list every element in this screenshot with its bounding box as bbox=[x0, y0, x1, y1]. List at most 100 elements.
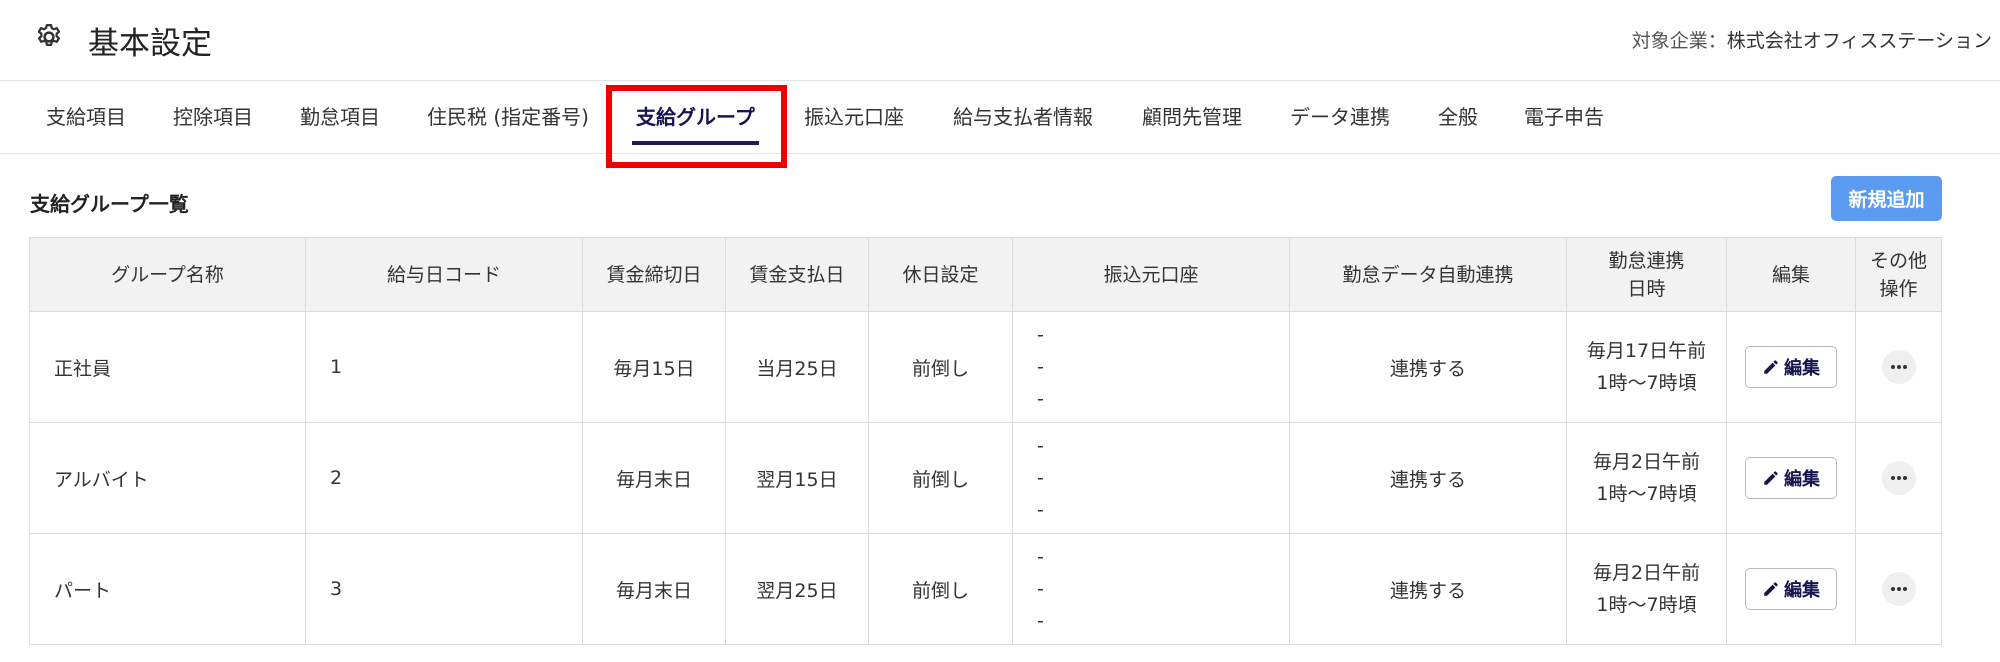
page-header: 基本設定 対象企業：株式会社オフィスステーション bbox=[0, 0, 2000, 80]
cell-pay-code: 1 bbox=[305, 311, 583, 423]
tab-payment-group[interactable]: 支給グループ bbox=[632, 81, 759, 153]
ellipsis-icon bbox=[1890, 476, 1907, 480]
header-group-name: グループ名称 bbox=[29, 237, 306, 312]
cell-holiday: 前倒し bbox=[868, 533, 1013, 645]
tab-client-management[interactable]: 顧問先管理 bbox=[1142, 81, 1242, 153]
tab-label: 全般 bbox=[1438, 105, 1478, 129]
cell-auto-link: 連携する bbox=[1289, 533, 1567, 645]
cell-payday: 当月25日 bbox=[725, 311, 869, 423]
cell-auto-link: 連携する bbox=[1289, 311, 1567, 423]
header-link-time-line2: 日時 bbox=[1627, 277, 1666, 300]
edit-button[interactable]: 編集 bbox=[1745, 346, 1837, 388]
tab-label: 支給項目 bbox=[46, 105, 126, 129]
cell-pay-code: 3 bbox=[305, 533, 583, 645]
edit-button[interactable]: 編集 bbox=[1745, 457, 1837, 499]
tab-label: 電子申告 bbox=[1524, 105, 1604, 129]
settings-tabs: 支給項目 控除項目 勤怠項目 住民税 (指定番号) 支給グループ 振込元口座 給… bbox=[0, 80, 2000, 168]
account-line: - bbox=[1037, 324, 1044, 346]
header-other-ops: その他 操作 bbox=[1855, 237, 1942, 312]
tab-e-filing[interactable]: 電子申告 bbox=[1524, 81, 1604, 153]
account-line: - bbox=[1037, 435, 1044, 457]
tab-label: 住民税 (指定番号) bbox=[427, 105, 589, 129]
cell-link-time: 毎月2日午前 1時〜7時頃 bbox=[1566, 533, 1727, 645]
tab-resident-tax[interactable]: 住民税 (指定番号) bbox=[427, 81, 589, 153]
cell-more bbox=[1855, 311, 1942, 423]
edit-label: 編集 bbox=[1784, 580, 1820, 601]
gear-icon bbox=[37, 24, 60, 46]
link-time-line2: 1時〜7時頃 bbox=[1596, 483, 1697, 505]
header-link-time-line1: 勤怠連携 bbox=[1608, 249, 1685, 272]
tab-label: 控除項目 bbox=[173, 105, 253, 129]
cell-cutoff: 毎月末日 bbox=[582, 533, 726, 645]
more-options-button[interactable] bbox=[1881, 572, 1916, 606]
table-row: 正社員 1 毎月15日 当月25日 前倒し - - - 連携する 毎月17日午前 1時… bbox=[29, 311, 1942, 423]
payment-group-table: グループ名称 給与日コード 賃金締切日 賃金支払日 休日設定 振込元口座 勤怠デ… bbox=[29, 237, 1942, 645]
header-other-line1: その他 bbox=[1869, 249, 1927, 272]
edit-button[interactable]: 編集 bbox=[1745, 568, 1837, 610]
tab-label: データ連携 bbox=[1290, 105, 1390, 129]
pencil-icon bbox=[1764, 360, 1778, 374]
cell-pay-code: 2 bbox=[305, 422, 583, 534]
cell-group-name: 正社員 bbox=[29, 311, 306, 423]
link-time-line1: 毎月2日午前 bbox=[1592, 451, 1701, 473]
cell-payday: 翌月25日 bbox=[725, 533, 869, 645]
link-time-line2: 1時〜7時頃 bbox=[1596, 594, 1697, 616]
company-name: 株式会社オフィスステーション bbox=[1726, 30, 1992, 52]
tab-label: 勤怠項目 bbox=[300, 105, 380, 129]
cell-payday: 翌月15日 bbox=[725, 422, 869, 534]
account-line: - bbox=[1037, 467, 1044, 489]
cell-account: - - - bbox=[1012, 533, 1290, 645]
table-row: アルバイト 2 毎月末日 翌月15日 前倒し - - - 連携する 毎月2日午前 1時… bbox=[29, 422, 1942, 534]
tab-general[interactable]: 全般 bbox=[1438, 81, 1478, 153]
cell-group-name: アルバイト bbox=[29, 422, 306, 534]
section-title: 支給グループ一覧 bbox=[30, 192, 189, 216]
cell-cutoff: 毎月末日 bbox=[582, 422, 726, 534]
cell-holiday: 前倒し bbox=[868, 311, 1013, 423]
tab-transfer-account[interactable]: 振込元口座 bbox=[804, 81, 904, 153]
account-line: - bbox=[1037, 499, 1044, 521]
pencil-icon bbox=[1764, 582, 1778, 596]
tab-attendance-items[interactable]: 勤怠項目 bbox=[300, 81, 380, 153]
header-other-line2: 操作 bbox=[1879, 277, 1918, 300]
page-title: 基本設定 bbox=[88, 26, 212, 62]
table-row: パート 3 毎月末日 翌月25日 前倒し - - - 連携する 毎月2日午前 1時〜7… bbox=[29, 533, 1942, 645]
cell-auto-link: 連携する bbox=[1289, 422, 1567, 534]
cell-group-name: パート bbox=[29, 533, 306, 645]
tab-label: 振込元口座 bbox=[804, 105, 904, 129]
tab-label: 支給グループ bbox=[636, 105, 755, 129]
account-line: - bbox=[1037, 546, 1044, 568]
pencil-icon bbox=[1764, 471, 1778, 485]
more-options-button[interactable] bbox=[1881, 461, 1916, 495]
cell-account: - - - bbox=[1012, 422, 1290, 534]
header-payday: 賃金支払日 bbox=[725, 237, 869, 312]
tab-payment-items[interactable]: 支給項目 bbox=[46, 81, 126, 153]
header-holiday: 休日設定 bbox=[868, 237, 1013, 312]
header-account: 振込元口座 bbox=[1012, 237, 1290, 312]
tab-label: 顧問先管理 bbox=[1142, 105, 1242, 129]
link-time-line1: 毎月2日午前 bbox=[1592, 562, 1701, 584]
account-line: - bbox=[1037, 610, 1044, 632]
header-cutoff: 賃金締切日 bbox=[582, 237, 726, 312]
cell-link-time: 毎月2日午前 1時〜7時頃 bbox=[1566, 422, 1727, 534]
add-new-button[interactable]: 新規追加 bbox=[1831, 176, 1942, 221]
link-time-line2: 1時〜7時頃 bbox=[1596, 372, 1697, 394]
ellipsis-icon bbox=[1890, 365, 1907, 369]
company-label: 対象企業： bbox=[1631, 30, 1727, 52]
cell-edit: 編集 bbox=[1726, 311, 1856, 423]
header-auto-link: 勤怠データ自動連携 bbox=[1289, 237, 1567, 312]
header-edit: 編集 bbox=[1726, 237, 1856, 312]
tab-payer-info[interactable]: 給与支払者情報 bbox=[953, 81, 1093, 153]
ellipsis-icon bbox=[1890, 587, 1907, 591]
tab-data-integration[interactable]: データ連携 bbox=[1290, 81, 1390, 153]
cell-cutoff: 毎月15日 bbox=[582, 311, 726, 423]
more-options-button[interactable] bbox=[1881, 350, 1916, 384]
cell-more bbox=[1855, 533, 1942, 645]
header-link-time: 勤怠連携 日時 bbox=[1566, 237, 1727, 312]
table-header-row: グループ名称 給与日コード 賃金締切日 賃金支払日 休日設定 振込元口座 勤怠デ… bbox=[29, 237, 1942, 312]
link-time-line1: 毎月17日午前 bbox=[1586, 340, 1707, 362]
account-line: - bbox=[1037, 356, 1044, 378]
active-tab-underline bbox=[632, 141, 759, 145]
edit-label: 編集 bbox=[1784, 358, 1820, 379]
tab-deduction-items[interactable]: 控除項目 bbox=[173, 81, 253, 153]
header-pay-code: 給与日コード bbox=[305, 237, 583, 312]
